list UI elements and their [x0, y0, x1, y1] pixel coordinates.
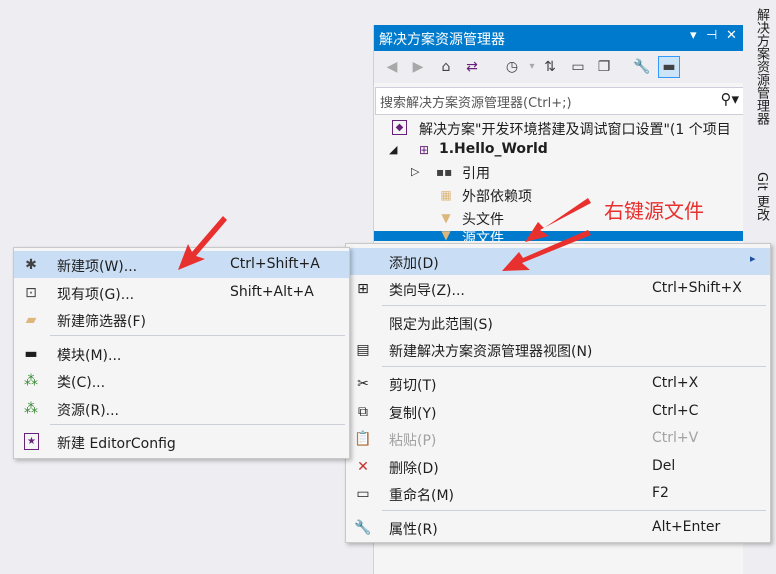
arrow-to-new-item	[178, 216, 227, 270]
annotation-arrows	[178, 198, 591, 271]
